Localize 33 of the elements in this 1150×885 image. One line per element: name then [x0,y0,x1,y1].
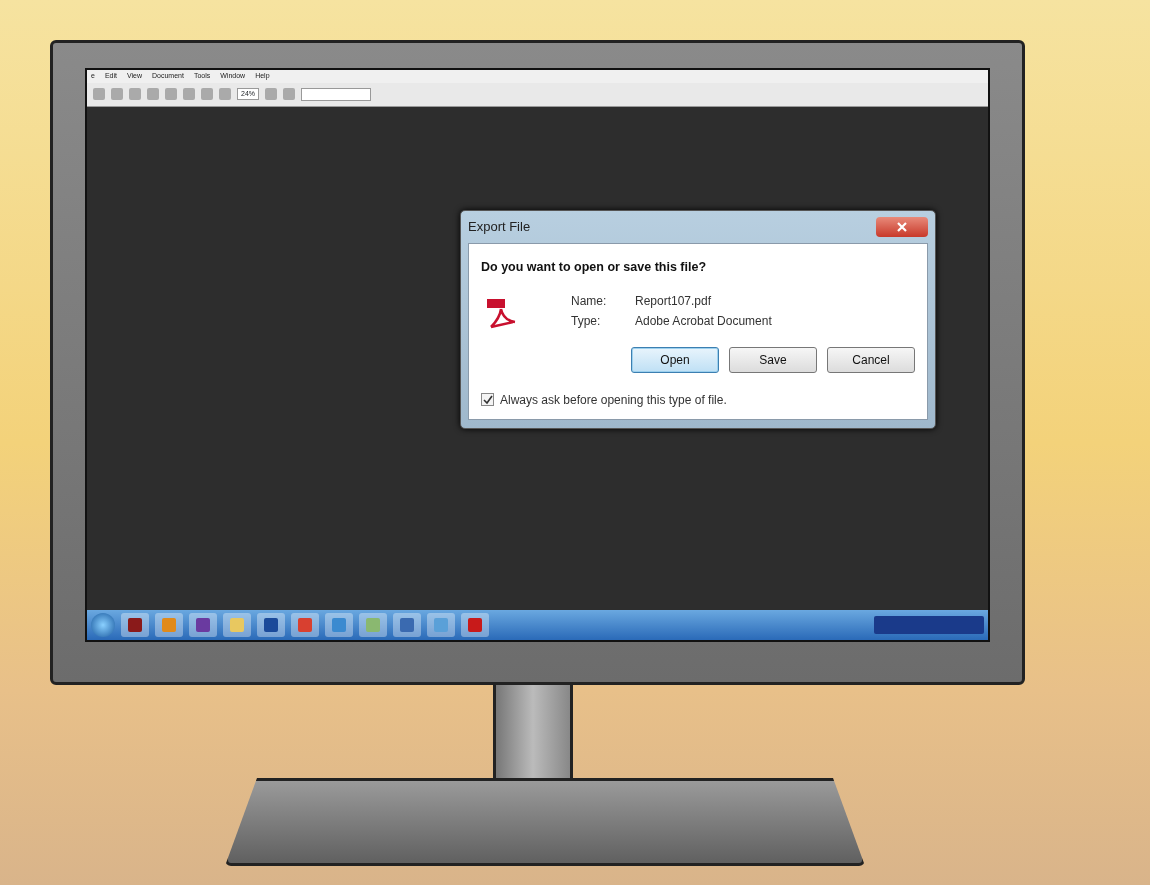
checkbox-label: Always ask before opening this type of file. [500,391,727,409]
field-label: Name: [571,292,608,310]
taskbar-icon[interactable] [291,613,319,637]
taskbar-icon[interactable] [189,613,217,637]
toolbar-icon[interactable] [93,88,105,100]
close-button[interactable] [876,217,928,237]
field-label: Type: [571,312,602,330]
toolbar-icon[interactable] [129,88,141,100]
toolbar-icon[interactable] [183,88,195,100]
system-tray[interactable] [874,616,984,634]
field-value: Adobe Acrobat Document [635,312,772,330]
close-icon [897,222,907,232]
toolbar-icon[interactable] [283,88,295,100]
start-button[interactable] [91,613,115,637]
dialog-button[interactable]: Save [729,346,817,373]
check-icon [482,394,493,405]
toolbar-icon[interactable] [219,88,231,100]
taskbar-icon[interactable] [393,613,421,637]
taskbar-icon[interactable] [121,613,149,637]
dialog-button[interactable]: Cancel [827,346,915,373]
toolbar-icon[interactable] [147,88,159,100]
toolbar-icon[interactable] [265,88,277,100]
window-title: Export File [468,218,531,237]
toolbar-icon[interactable] [165,88,177,100]
toolbar-icon[interactable] [201,88,213,100]
taskbar-icon[interactable] [257,613,285,637]
checkbox[interactable] [481,393,494,407]
page-field[interactable] [301,87,371,101]
dialog-question: Do you want to open or save this file? [481,259,708,276]
dialog-button[interactable]: Open [631,346,719,373]
field-value: Report107.pdf [635,292,712,310]
toolbar-icon[interactable] [111,88,123,100]
taskbar-icon[interactable] [461,613,489,637]
